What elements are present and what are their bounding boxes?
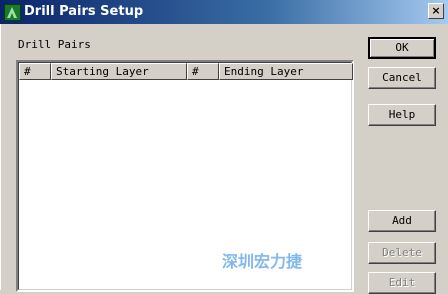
window-title: Drill Pairs Setup <box>24 4 144 19</box>
ok-button[interactable]: OK <box>368 37 436 59</box>
title-bar[interactable]: Drill Pairs Setup × <box>0 0 448 24</box>
help-button[interactable]: Help <box>368 104 436 126</box>
watermark-text: 请输入文字 <box>180 140 261 159</box>
column-header-number[interactable]: # <box>19 63 51 80</box>
add-button[interactable]: Add <box>368 210 436 232</box>
close-button[interactable]: × <box>428 3 444 19</box>
column-header-number-2[interactable]: # <box>187 63 219 80</box>
watermark-logo-text: 深圳宏力捷 <box>222 252 303 271</box>
edit-button[interactable]: Edit <box>368 272 436 294</box>
column-header-ending-layer[interactable]: Ending Layer <box>219 63 353 80</box>
app-icon <box>4 4 21 21</box>
drill-pairs-list[interactable]: # Starting Layer # Ending Layer <box>16 60 354 292</box>
list-header: # Starting Layer # Ending Layer <box>19 63 353 80</box>
column-header-starting-layer[interactable]: Starting Layer <box>51 63 187 80</box>
drill-pairs-label: Drill Pairs <box>18 38 91 51</box>
cancel-button[interactable]: Cancel <box>368 67 436 89</box>
delete-button[interactable]: Delete <box>368 242 436 264</box>
